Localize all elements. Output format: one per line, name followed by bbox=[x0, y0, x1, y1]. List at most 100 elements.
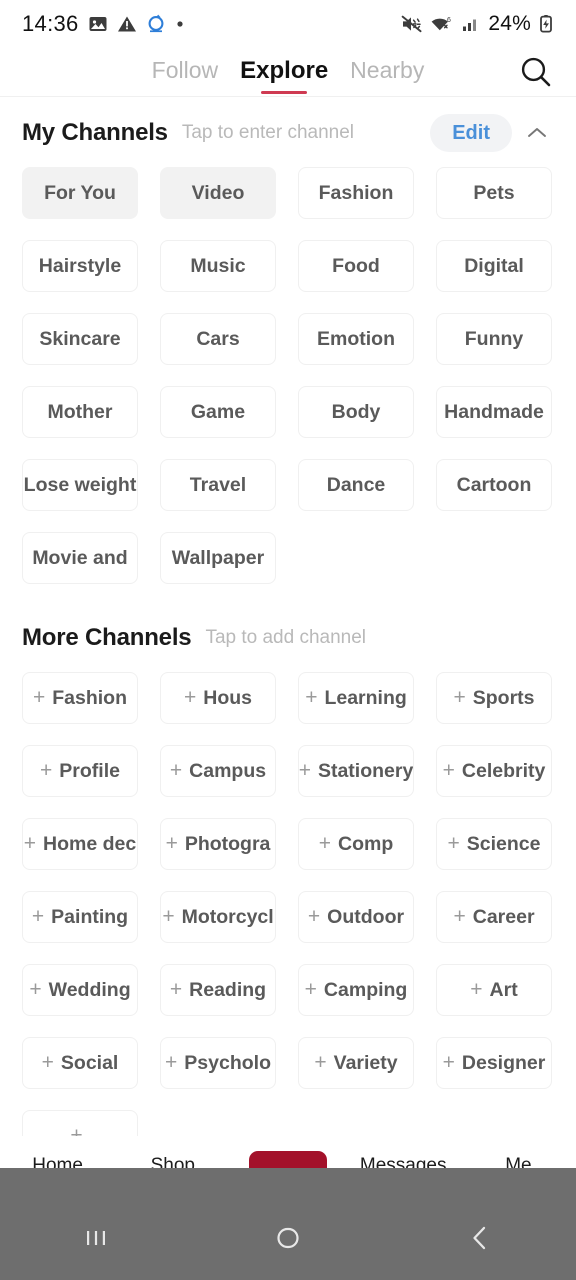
nav-item-me[interactable]: Me bbox=[461, 1155, 576, 1177]
more-channel-chip[interactable]: + Motorcycl bbox=[160, 891, 276, 943]
plus-icon: + bbox=[162, 905, 175, 928]
plus-icon: + bbox=[314, 1051, 327, 1074]
chip-label: Video bbox=[191, 181, 245, 204]
plus-icon: + bbox=[318, 832, 331, 855]
plus-icon: + bbox=[453, 905, 466, 928]
plus-icon: + bbox=[40, 759, 53, 782]
chip-label: Cartoon bbox=[456, 473, 532, 496]
home-button[interactable] bbox=[192, 1220, 384, 1256]
more-channel-chip[interactable]: + Variety bbox=[298, 1037, 414, 1089]
chip-label: Fashion bbox=[318, 181, 394, 204]
my-channel-chip[interactable]: Hairstyle bbox=[22, 240, 138, 292]
more-channel-chip[interactable]: + Celebrity bbox=[436, 745, 552, 797]
search-button[interactable] bbox=[516, 52, 556, 92]
my-channel-chip[interactable]: Pets bbox=[436, 167, 552, 219]
more-channel-chip[interactable]: + Art bbox=[436, 964, 552, 1016]
my-channel-chip[interactable]: Video bbox=[160, 167, 276, 219]
chip-label: Home dec bbox=[43, 832, 137, 855]
chip-label: Cars bbox=[196, 327, 240, 350]
my-channel-chip[interactable]: Fashion bbox=[298, 167, 414, 219]
more-channel-chip[interactable]: + Career bbox=[436, 891, 552, 943]
more-channel-chip[interactable]: + Social bbox=[22, 1037, 138, 1089]
more-channels-title: More Channels bbox=[22, 624, 192, 651]
my-channel-chip[interactable]: Dance bbox=[298, 459, 414, 511]
more-channel-chip[interactable]: + Hous bbox=[160, 672, 276, 724]
more-channel-chip[interactable]: + Wedding bbox=[22, 964, 138, 1016]
edit-button[interactable]: Edit bbox=[430, 114, 512, 152]
chip-label: Sports bbox=[472, 686, 535, 709]
my-channel-chip[interactable]: Digital bbox=[436, 240, 552, 292]
plus-icon: + bbox=[41, 1051, 54, 1074]
more-channel-chip[interactable]: + Psycholo bbox=[160, 1037, 276, 1089]
more-channel-chip[interactable]: + Learning bbox=[298, 672, 414, 724]
plus-icon: + bbox=[298, 759, 311, 782]
more-channel-chip[interactable]: + Reading bbox=[160, 964, 276, 1016]
more-channel-chip[interactable]: + Fashion bbox=[22, 672, 138, 724]
chip-label: Photogra bbox=[184, 832, 271, 855]
recents-icon bbox=[79, 1221, 113, 1255]
post-button[interactable] bbox=[249, 1151, 327, 1181]
chip-label: Game bbox=[190, 400, 246, 423]
chip-label: Handmade bbox=[444, 400, 544, 423]
plus-icon: + bbox=[447, 832, 460, 855]
my-channel-chip[interactable]: Funny bbox=[436, 313, 552, 365]
tab-nearby[interactable]: Nearby bbox=[350, 57, 424, 87]
plus-icon: + bbox=[29, 978, 42, 1001]
more-channel-chip[interactable]: + Profile bbox=[22, 745, 138, 797]
nav-item-shop[interactable]: Shop bbox=[115, 1155, 230, 1177]
more-channel-chip[interactable]: + Sports bbox=[436, 672, 552, 724]
chip-label: Profile bbox=[59, 759, 120, 782]
my-channels-subtitle: Tap to enter channel bbox=[181, 122, 355, 143]
chip-label: Emotion bbox=[317, 327, 395, 350]
nav-item-post[interactable] bbox=[230, 1151, 345, 1181]
collapse-button[interactable] bbox=[520, 116, 554, 150]
more-channel-chip[interactable]: + Stationery bbox=[298, 745, 414, 797]
more-channel-chip[interactable]: + Science bbox=[436, 818, 552, 870]
my-channel-chip[interactable]: Music bbox=[160, 240, 276, 292]
my-channel-chip[interactable]: Cartoon bbox=[436, 459, 552, 511]
plus-icon: + bbox=[470, 978, 483, 1001]
my-channel-chip[interactable]: Game bbox=[160, 386, 276, 438]
my-channel-chip[interactable]: Body bbox=[298, 386, 414, 438]
nav-item-messages[interactable]: Messages bbox=[346, 1155, 461, 1177]
tab-explore[interactable]: Explore bbox=[240, 57, 328, 88]
back-button[interactable] bbox=[384, 1221, 576, 1255]
more-channel-chip[interactable]: + Comp bbox=[298, 818, 414, 870]
my-channel-chip[interactable]: Emotion bbox=[298, 313, 414, 365]
sync-icon bbox=[146, 14, 166, 34]
more-channel-chip[interactable]: + Outdoor bbox=[298, 891, 414, 943]
my-channel-chip[interactable]: Food bbox=[298, 240, 414, 292]
my-channel-chip[interactable]: Cars bbox=[160, 313, 276, 365]
my-channel-chip[interactable]: Handmade bbox=[436, 386, 552, 438]
my-channel-chip[interactable]: Travel bbox=[160, 459, 276, 511]
my-channel-chip[interactable]: Wallpaper bbox=[160, 532, 276, 584]
chip-label: Stationery bbox=[317, 759, 414, 782]
warning-icon bbox=[117, 14, 137, 34]
my-channel-chip[interactable]: Movie and bbox=[22, 532, 138, 584]
recents-button[interactable] bbox=[0, 1221, 192, 1255]
nav-item-home[interactable]: Home bbox=[0, 1155, 115, 1177]
more-channel-chip[interactable]: + Designer bbox=[436, 1037, 552, 1089]
chip-label: Outdoor bbox=[327, 905, 405, 928]
more-channel-chip[interactable]: + Photogra bbox=[160, 818, 276, 870]
tab-follow[interactable]: Follow bbox=[152, 57, 218, 87]
battery-percent: 24% bbox=[488, 12, 531, 35]
phone-screen: 14:36 6 24% Follow Explore Nearby My Cha… bbox=[0, 0, 576, 1280]
more-channel-chip[interactable]: + Home dec bbox=[22, 818, 138, 870]
my-channel-chip[interactable]: For You bbox=[22, 167, 138, 219]
plus-icon: + bbox=[453, 686, 466, 709]
chip-label: Wallpaper bbox=[171, 546, 265, 569]
chip-label: Travel bbox=[189, 473, 247, 496]
more-channel-chip[interactable]: + Painting bbox=[22, 891, 138, 943]
my-channel-chip[interactable]: Mother bbox=[22, 386, 138, 438]
my-channel-chip[interactable]: Skincare bbox=[22, 313, 138, 365]
more-channel-chip[interactable]: + Camping bbox=[298, 964, 414, 1016]
plus-icon: + bbox=[169, 759, 183, 782]
more-channel-chip[interactable]: + Campus bbox=[160, 745, 276, 797]
my-channels-grid: For You Video Fashion Pets Hairstyle Music Foo… bbox=[0, 167, 576, 584]
chip-label: Lose weight bbox=[23, 473, 137, 496]
status-time: 14:36 bbox=[22, 11, 79, 36]
chip-label: Science bbox=[466, 832, 541, 855]
my-channel-chip[interactable]: Lose weight bbox=[22, 459, 138, 511]
chip-label: Food bbox=[332, 254, 380, 277]
